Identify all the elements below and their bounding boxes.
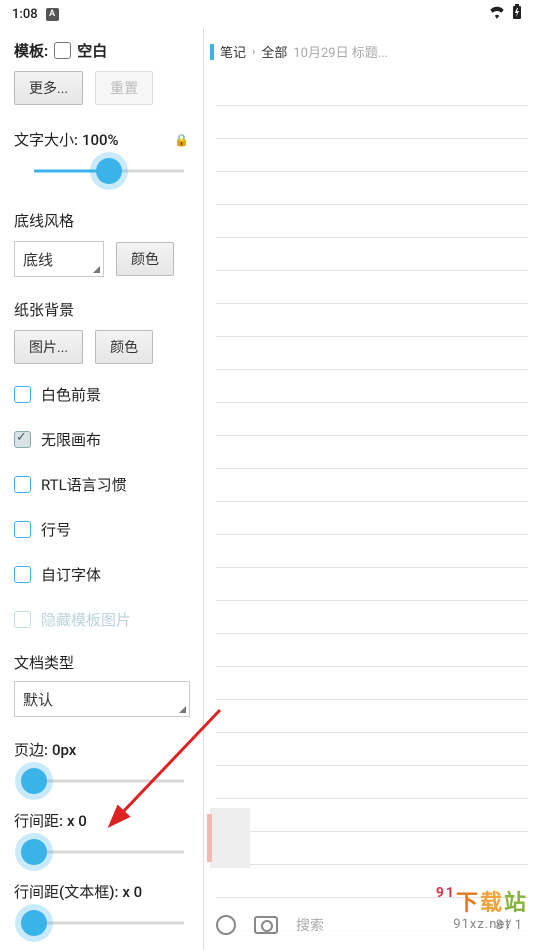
status-bar: 1:08 A	[0, 0, 534, 28]
line-number-row[interactable]: 行号	[0, 507, 203, 552]
hide-template-img-row: 隐藏模板图片	[0, 597, 203, 642]
white-fg-label: 白色前景	[41, 384, 101, 405]
rtl-label: RTL语言习惯	[41, 474, 127, 495]
infinite-canvas-label: 无限画布	[41, 429, 101, 450]
breadcrumb-title: 10月29日 标题...	[293, 42, 388, 61]
underline-style-heading: 底线风格	[14, 210, 189, 231]
doc-type-heading: 文档类型	[14, 652, 189, 673]
margin-label: 页边:	[14, 741, 48, 759]
breadcrumb: 笔记 › 全部 10月29日 标题...	[204, 28, 534, 73]
doc-type-select[interactable]: 默认	[14, 681, 190, 717]
custom-font-label: 自订字体	[41, 564, 101, 585]
line-number-checkbox[interactable]	[14, 521, 31, 538]
line-spacing-value: x 0	[67, 812, 87, 830]
underline-color-button[interactable]: 颜色	[116, 242, 174, 276]
margin-slider[interactable]	[34, 766, 184, 796]
hide-template-img-label: 隐藏模板图片	[41, 609, 131, 630]
status-time: 1:08	[12, 7, 38, 22]
paper-bg-image-button[interactable]: 图片...	[14, 330, 83, 364]
margin-value: 0px	[52, 741, 76, 759]
breadcrumb-all[interactable]: 全部	[261, 42, 287, 61]
note-pane: 笔记 › 全部 10月29日 标题... 搜索 8 / 1	[204, 28, 534, 950]
bottom-toolbar: 搜索 8 / 1	[204, 900, 534, 950]
search-input[interactable]: 搜索	[296, 915, 324, 935]
white-fg-row[interactable]: 白色前景	[0, 372, 203, 417]
font-size-value: 100%	[82, 131, 119, 149]
line-spacing-label: 行间距:	[14, 812, 63, 830]
settings-pane: 模板: 空白 更多... 重置 文字大小: 100% 🔒	[0, 28, 204, 950]
template-more-button[interactable]: 更多...	[14, 71, 83, 105]
camera-icon[interactable]	[254, 916, 278, 934]
line-number-label: 行号	[41, 519, 71, 540]
battery-icon	[512, 4, 522, 24]
font-size-slider[interactable]	[34, 156, 184, 186]
selection-block	[210, 808, 250, 868]
template-label: 模板:	[14, 40, 48, 61]
paper-bg-heading: 纸张背景	[14, 299, 189, 320]
paper-bg-color-button[interactable]: 颜色	[95, 330, 153, 364]
white-fg-checkbox[interactable]	[14, 386, 31, 403]
rtl-checkbox[interactable]	[14, 476, 31, 493]
underline-style-select[interactable]: 底线	[14, 241, 104, 277]
lock-icon: 🔒	[174, 133, 189, 147]
custom-font-row[interactable]: 自订字体	[0, 552, 203, 597]
breadcrumb-marker-icon	[210, 44, 214, 60]
wifi-icon	[488, 5, 506, 23]
selection-marker	[207, 814, 212, 862]
keyboard-badge-icon: A	[46, 8, 59, 21]
template-blank-label: 空白	[77, 40, 107, 61]
record-icon[interactable]	[216, 915, 236, 935]
hide-template-img-checkbox	[14, 611, 31, 628]
chevron-right-icon: ›	[252, 45, 255, 58]
note-lined-area[interactable]	[216, 73, 528, 950]
page-indicator: 8 / 1	[496, 918, 522, 933]
infinite-canvas-checkbox[interactable]	[14, 431, 31, 448]
font-size-label: 文字大小:	[14, 131, 78, 149]
rtl-row[interactable]: RTL语言习惯	[0, 462, 203, 507]
custom-font-checkbox[interactable]	[14, 566, 31, 583]
line-spacing-textbox-slider[interactable]	[34, 908, 184, 938]
line-spacing-textbox-value: x 0	[122, 883, 142, 901]
template-blank-checkbox[interactable]	[54, 42, 71, 59]
line-spacing-slider[interactable]	[34, 837, 184, 867]
line-spacing-textbox-label: 行间距(文本框):	[14, 883, 118, 901]
breadcrumb-notes[interactable]: 笔记	[220, 42, 246, 61]
infinite-canvas-row[interactable]: 无限画布	[0, 417, 203, 462]
template-reset-button[interactable]: 重置	[95, 71, 153, 105]
